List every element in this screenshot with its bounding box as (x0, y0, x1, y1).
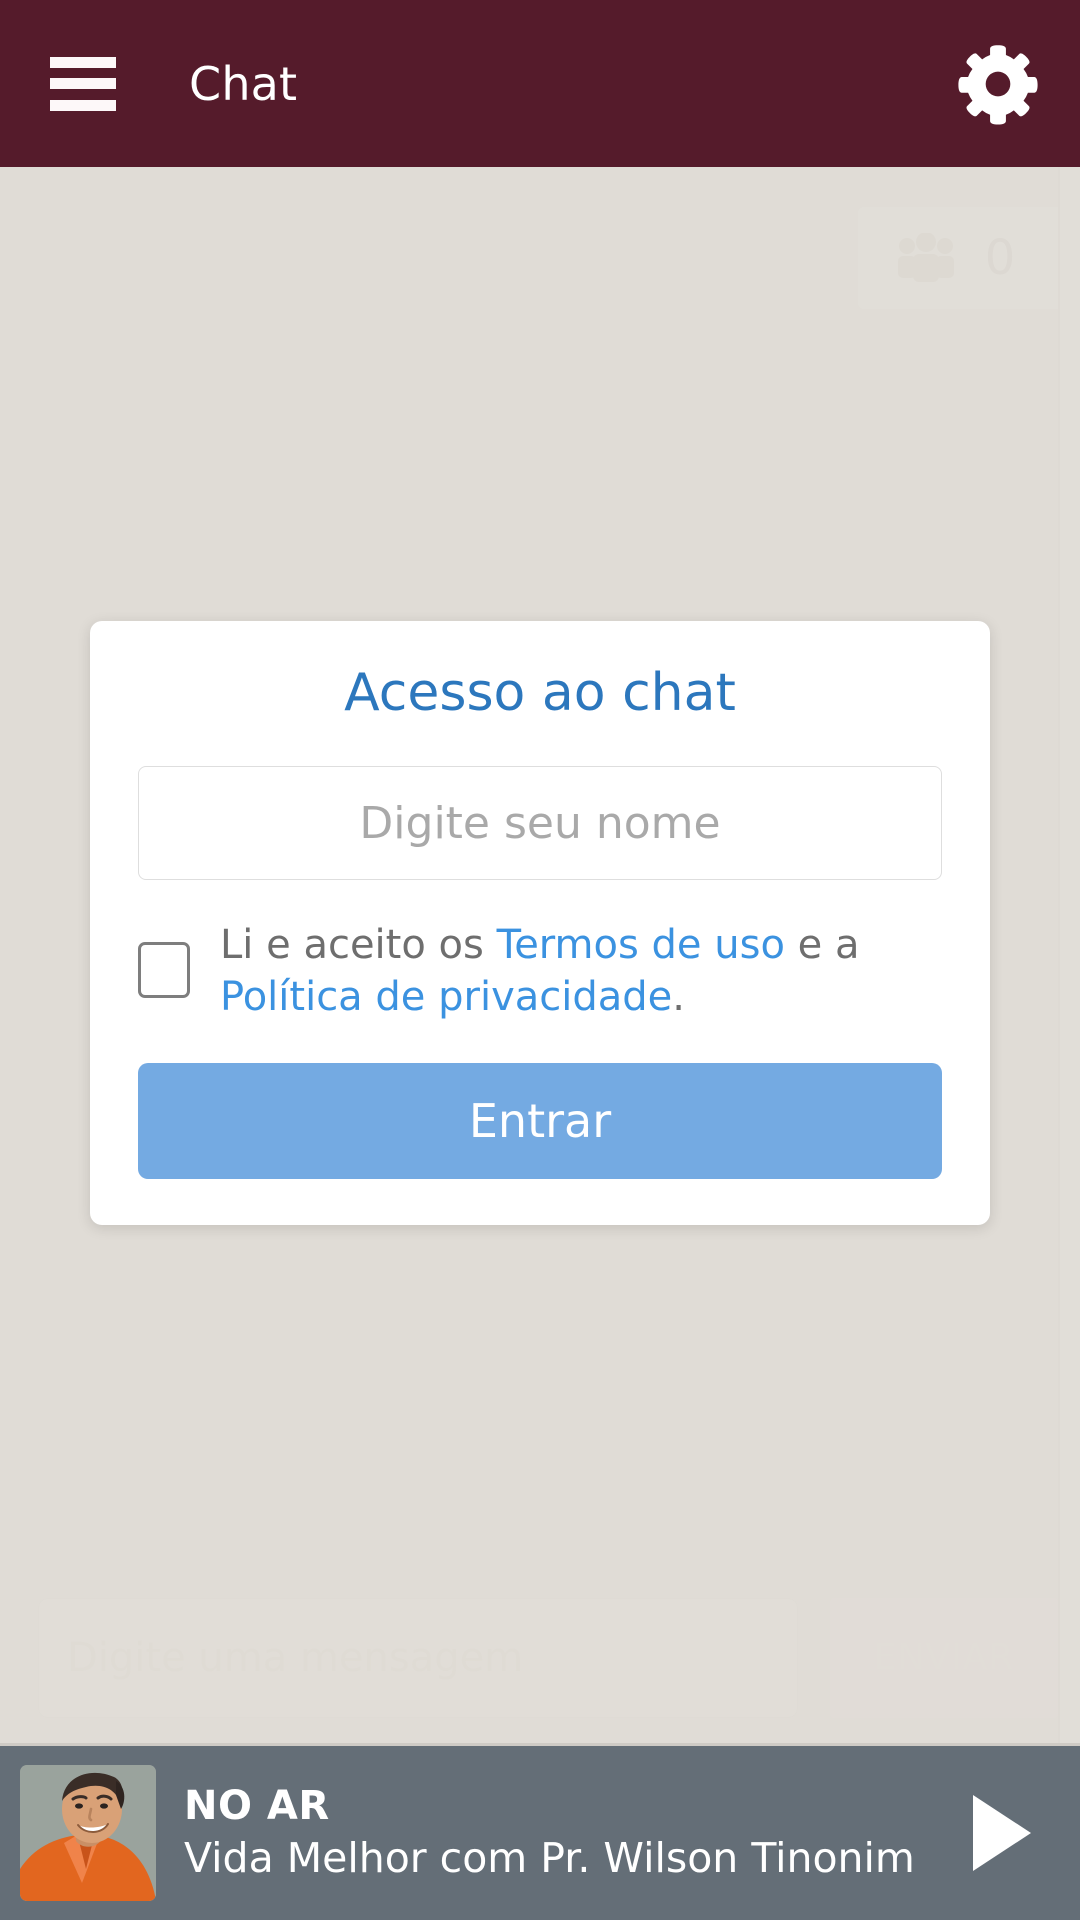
terms-acceptance-row: Li e aceito os Termos de uso e a Polític… (138, 920, 942, 1022)
play-button[interactable] (958, 1787, 1044, 1879)
enter-button[interactable]: Entrar (138, 1062, 942, 1179)
program-thumbnail (20, 1765, 156, 1901)
hamburger-menu-icon[interactable] (50, 56, 116, 111)
terms-prefix: Li e aceito os (220, 922, 497, 969)
settings-button[interactable] (952, 38, 1044, 130)
terms-of-use-link[interactable]: Termos de uso (497, 922, 785, 968)
terms-middle: e a (784, 922, 860, 969)
chat-app-screen: Chat Acesso ao chat Digite seu nome Li e… (0, 0, 1080, 1920)
login-modal-overlay: Acesso ao chat Li e aceito os Termos de … (0, 167, 1080, 1743)
hamburger-bar (50, 56, 116, 68)
page-title: Chat (189, 56, 298, 111)
program-info: NO AR Vida Melhor com Pr. Wilson Tinonim (184, 1783, 958, 1883)
on-air-label: NO AR (184, 1782, 330, 1829)
gear-icon (954, 40, 1042, 128)
login-card-title: Acesso ao chat (344, 663, 736, 724)
terms-checkbox[interactable] (138, 942, 190, 999)
hamburger-bar (50, 99, 116, 111)
privacy-policy-link[interactable]: Política de privacidade (220, 974, 672, 1020)
app-header: Chat (0, 0, 1080, 167)
now-playing-bar: NO AR Vida Melhor com Pr. Wilson Tinonim (0, 1743, 1080, 1920)
terms-text: Li e aceito os Termos de uso e a Polític… (220, 920, 942, 1022)
hamburger-bar (50, 78, 116, 89)
play-triangle-icon (969, 1793, 1033, 1873)
terms-suffix: . (672, 973, 685, 1020)
login-card: Acesso ao chat Li e aceito os Termos de … (90, 621, 990, 1225)
program-title: Vida Melhor com Pr. Wilson Tinonim (184, 1834, 915, 1883)
name-input[interactable] (138, 766, 942, 881)
